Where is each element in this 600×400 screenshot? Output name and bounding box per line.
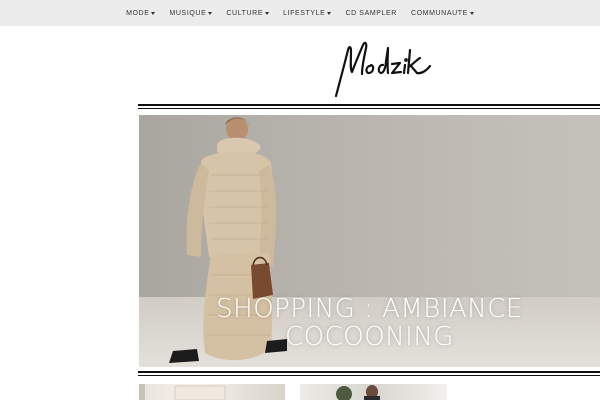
nav-item-label: CD SAMPLER [345,9,397,17]
hero-article[interactable]: SHOPPING : AMBIANCE COCOONING [139,115,600,367]
divider-rule [138,108,600,109]
nav-item-musique[interactable]: MUSIQUE [169,9,213,17]
article-thumbnail[interactable] [139,384,285,400]
caret-down-icon [151,12,156,15]
caret-down-icon [469,12,474,15]
modzik-logo-icon [334,41,432,98]
divider-rule [138,371,600,373]
caret-down-icon [327,12,332,15]
divider-rule [138,375,600,376]
nav-item-lifestyle[interactable]: LIFESTYLE [283,9,332,17]
divider-rule [138,104,600,106]
site-logo[interactable] [330,36,435,100]
nav-item-label: CULTURE [226,9,264,17]
thumbnail-photo [336,385,380,400]
nav-item-label: COMMUNAUTE [410,9,468,17]
caret-down-icon [265,12,270,15]
nav-item-culture[interactable]: CULTURE [226,9,270,17]
article-thumbnail[interactable] [300,384,447,400]
hero-title-line: COCOONING [285,322,454,352]
nav-item-label: LIFESTYLE [283,9,326,17]
nav-item-label: MODE [126,9,150,17]
hero-title[interactable]: SHOPPING : AMBIANCE COCOONING [139,295,600,351]
caret-down-icon [208,12,213,15]
nav-item-mode[interactable]: MODE [126,9,156,17]
thumbnail-photo [139,384,226,400]
hero-title-line: SHOPPING : AMBIANCE [216,294,523,324]
nav-item-communaute[interactable]: COMMUNAUTE [411,10,474,17]
nav-item-label: MUSIQUE [169,9,207,17]
nav-item-cd-sampler[interactable]: CD SAMPLER [345,10,397,17]
main-nav: MODE MUSIQUE CULTURE LIFESTYLE CD SAMPLE… [0,0,600,26]
